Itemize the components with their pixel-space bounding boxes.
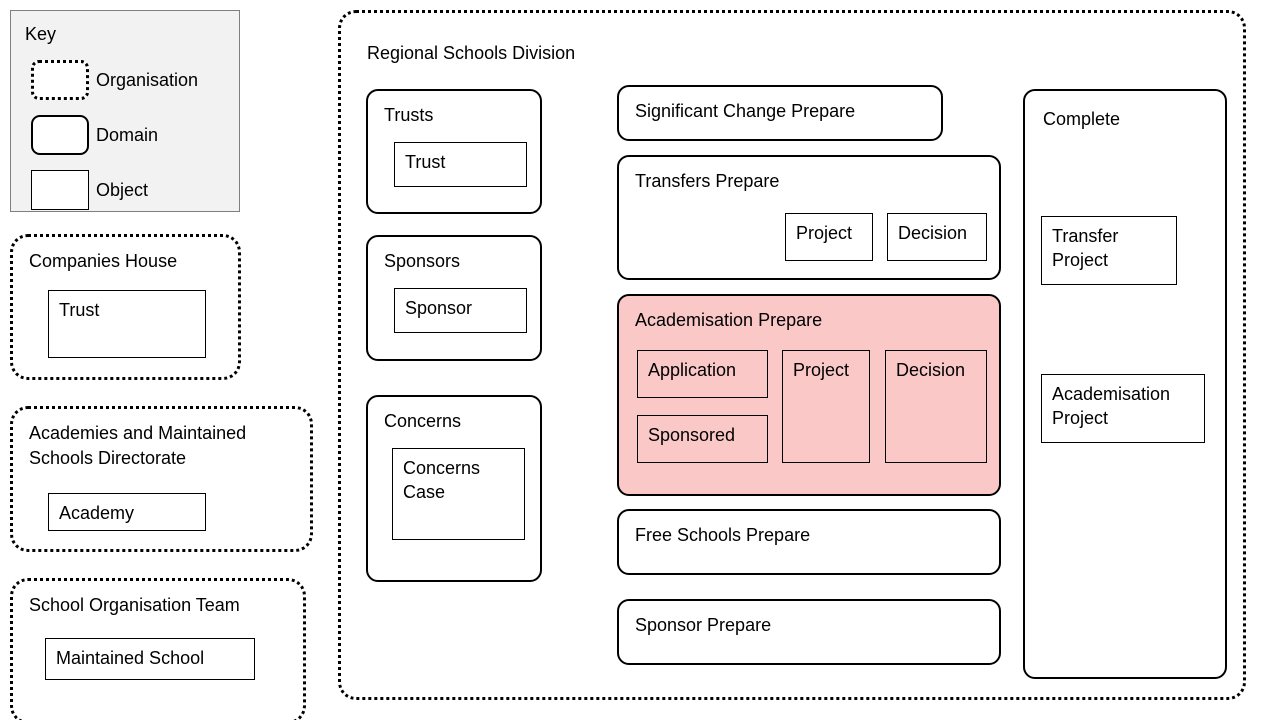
object-trust: Trust bbox=[394, 142, 527, 187]
organisation-title-academies-directorate: Academies and Maintained Schools Directo… bbox=[29, 423, 247, 468]
domain-free-schools-prepare: Free Schools Prepare bbox=[617, 509, 1001, 575]
domain-complete: Complete Transfer Project Academisation … bbox=[1023, 89, 1227, 679]
object-label: Trust bbox=[59, 300, 100, 320]
object-concerns-case: Concerns Case bbox=[392, 448, 525, 540]
object-label: Transfer Project bbox=[1052, 226, 1119, 270]
key-swatch-object-icon bbox=[31, 170, 89, 210]
key-label-object: Object bbox=[96, 180, 149, 200]
domain-sponsor-prepare: Sponsor Prepare bbox=[617, 599, 1001, 665]
object-label: Project bbox=[796, 223, 853, 243]
organisation-title-school-organisation-team: School Organisation Team bbox=[29, 595, 240, 615]
domain-title-academisation-prepare: Academisation Prepare bbox=[635, 310, 823, 330]
object-sponsor: Sponsor bbox=[394, 288, 527, 333]
key-swatch-domain-icon bbox=[31, 115, 89, 155]
organisation-school-organisation-team: School Organisation Team Maintained Scho… bbox=[10, 578, 306, 720]
organisation-title-regional-schools-division: Regional Schools Division bbox=[367, 43, 576, 63]
object-decision-academisation: Decision bbox=[885, 350, 987, 463]
key-legend-panel: Key Organisation Domain Object bbox=[10, 10, 240, 212]
domain-academisation-prepare: Academisation Prepare Application Sponso… bbox=[617, 294, 1001, 496]
organisation-title-companies-house: Companies House bbox=[29, 251, 178, 271]
domain-title-concerns: Concerns bbox=[384, 411, 462, 431]
object-sponsored: Sponsored bbox=[637, 415, 768, 463]
object-transfer-project: Transfer Project bbox=[1041, 216, 1177, 285]
object-application: Application bbox=[637, 350, 768, 398]
key-label-domain: Domain bbox=[96, 125, 159, 145]
diagram-canvas: Key Organisation Domain Object Companies… bbox=[0, 0, 1280, 720]
domain-concerns: Concerns Concerns Case bbox=[366, 395, 542, 582]
object-trust-companies-house: Trust bbox=[48, 290, 206, 358]
object-label: Project bbox=[793, 360, 850, 380]
object-project-transfers: Project bbox=[785, 213, 873, 261]
domain-title-sponsor-prepare: Sponsor Prepare bbox=[635, 615, 772, 635]
organisation-academies-and-maintained-schools-directorate: Academies and Maintained Schools Directo… bbox=[10, 406, 313, 552]
object-maintained-school: Maintained School bbox=[45, 638, 255, 680]
object-label: Academy bbox=[59, 503, 135, 523]
object-label: Academisation Project bbox=[1052, 384, 1171, 428]
object-academy: Academy bbox=[48, 493, 206, 531]
domain-title-transfers-prepare: Transfers Prepare bbox=[635, 171, 780, 191]
domain-title-trusts: Trusts bbox=[384, 105, 434, 125]
organisation-companies-house: Companies House Trust bbox=[10, 234, 241, 380]
object-decision-transfers: Decision bbox=[887, 213, 987, 261]
object-project-academisation: Project bbox=[782, 350, 870, 463]
object-label: Sponsor bbox=[405, 298, 473, 318]
object-academisation-project: Academisation Project bbox=[1041, 374, 1205, 443]
object-label: Decision bbox=[896, 360, 966, 380]
domain-title-complete: Complete bbox=[1043, 109, 1121, 129]
key-title: Key bbox=[25, 24, 57, 44]
domain-title-sponsors: Sponsors bbox=[384, 251, 461, 271]
domain-sponsors: Sponsors Sponsor bbox=[366, 235, 542, 361]
domain-transfers-prepare: Transfers Prepare Project Decision bbox=[617, 155, 1001, 280]
key-label-organisation: Organisation bbox=[96, 70, 199, 90]
key-swatch-organisation-icon bbox=[31, 60, 89, 100]
object-label: Application bbox=[648, 360, 737, 380]
domain-title-significant-change-prepare: Significant Change Prepare bbox=[635, 101, 856, 121]
object-label: Maintained School bbox=[56, 648, 205, 668]
domain-significant-change-prepare: Significant Change Prepare bbox=[617, 85, 943, 141]
object-label: Trust bbox=[405, 152, 446, 172]
object-label: Concerns Case bbox=[403, 458, 481, 502]
object-label: Sponsored bbox=[648, 425, 736, 445]
domain-trusts: Trusts Trust bbox=[366, 89, 542, 214]
object-label: Decision bbox=[898, 223, 968, 243]
organisation-regional-schools-division: Regional Schools Division Trusts Trust S… bbox=[338, 10, 1246, 700]
domain-title-free-schools-prepare: Free Schools Prepare bbox=[635, 525, 811, 545]
